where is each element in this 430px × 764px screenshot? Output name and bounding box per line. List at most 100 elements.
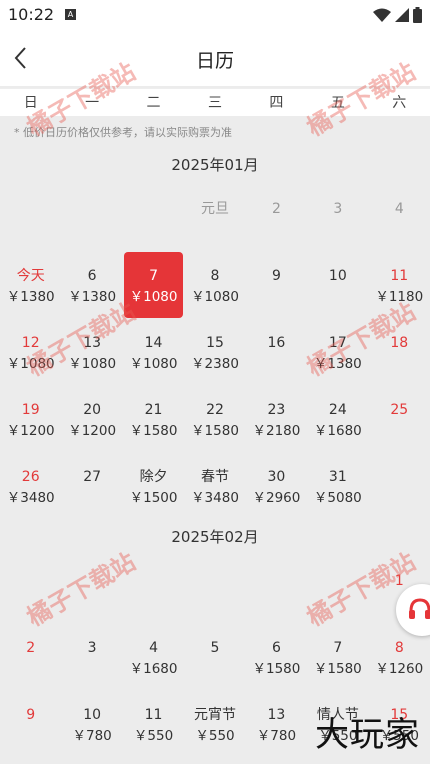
calendar-day[interactable]: 2 bbox=[247, 185, 306, 251]
day-label: 6 bbox=[87, 268, 97, 284]
day-price: ￥2960 bbox=[252, 490, 301, 506]
month-title: 2025年01月 bbox=[171, 156, 259, 174]
day-price: ￥2180 bbox=[252, 423, 301, 439]
day-label: 19 bbox=[21, 402, 40, 418]
day-label: 7 bbox=[333, 640, 343, 656]
calendar-day[interactable]: 15 ￥2380 bbox=[186, 319, 245, 385]
calendar-day[interactable]: 5 bbox=[186, 624, 245, 690]
status-icons bbox=[373, 6, 422, 24]
calendar-day[interactable]: 10 bbox=[308, 252, 367, 318]
day-label: 16 bbox=[267, 335, 286, 351]
day-label: 22 bbox=[206, 402, 224, 418]
calendar-day[interactable]: 26 ￥3480 bbox=[1, 453, 60, 519]
calendar-day[interactable]: 除夕 ￥1500 bbox=[124, 453, 183, 519]
calendar-day[interactable]: 21 ￥1580 bbox=[124, 386, 183, 452]
day-label: 13 bbox=[267, 707, 286, 723]
calendar-day[interactable]: 4 bbox=[370, 185, 429, 251]
status-time: 10:22 bbox=[8, 5, 55, 24]
day-label: 24 bbox=[328, 402, 347, 418]
weekday-thu: 四 bbox=[269, 95, 284, 111]
calendar-day[interactable]: 3 bbox=[63, 624, 122, 690]
signal-icon bbox=[395, 8, 409, 22]
calendar-day[interactable]: 7 ￥1580 bbox=[308, 624, 367, 690]
weekday-wed: 三 bbox=[207, 95, 222, 111]
calendar-day[interactable]: 8 ￥1080 bbox=[186, 252, 245, 318]
calendar-day[interactable]: 春节 ￥3480 bbox=[186, 453, 245, 519]
calendar-day[interactable]: 元旦 bbox=[186, 185, 245, 251]
day-label: 27 bbox=[83, 469, 102, 485]
calendar-day-selected[interactable]: 7 ￥1080 bbox=[124, 252, 184, 318]
calendar-day[interactable]: 4 ￥1680 bbox=[124, 624, 183, 690]
calendar-day[interactable]: 25 bbox=[370, 386, 429, 452]
calendar-day[interactable]: 10 ￥780 bbox=[63, 691, 122, 757]
calendar-day[interactable]: 23 ￥2180 bbox=[247, 386, 306, 452]
calendar-day[interactable]: 16 bbox=[247, 319, 306, 385]
status-bar: 10:22 A bbox=[0, 0, 430, 30]
day-label: 10 bbox=[328, 268, 347, 284]
calendar-day[interactable]: 13 ￥780 bbox=[247, 691, 306, 757]
day-label: 15 bbox=[206, 335, 224, 351]
day-price: ￥550 bbox=[195, 728, 235, 744]
calendar-day[interactable]: 9 bbox=[1, 691, 60, 757]
site-logo: 大玩家 bbox=[315, 715, 420, 755]
day-label: 10 bbox=[83, 707, 102, 723]
day-label: 11 bbox=[390, 268, 409, 284]
day-label: 元旦 bbox=[201, 201, 229, 217]
day-label: 26 bbox=[21, 469, 40, 485]
headset-icon bbox=[409, 598, 430, 619]
day-label: 14 bbox=[144, 335, 163, 351]
day-label: 20 bbox=[83, 402, 102, 418]
day-label: 9 bbox=[26, 707, 36, 723]
watermark: 橘子下载站 bbox=[22, 547, 141, 632]
day-label: 9 bbox=[271, 268, 281, 284]
calendar-day[interactable]: 14 ￥1080 bbox=[124, 319, 183, 385]
notification-icon: A bbox=[65, 9, 76, 20]
calendar-day[interactable]: 30 ￥2960 bbox=[247, 453, 306, 519]
day-price: ￥1380 bbox=[6, 289, 55, 305]
day-price: ￥1580 bbox=[252, 661, 301, 677]
calendar-day[interactable]: 今天 ￥1380 bbox=[1, 252, 60, 318]
day-price: ￥1080 bbox=[129, 356, 178, 372]
day-label: 8 bbox=[394, 640, 404, 656]
day-price: ￥1500 bbox=[129, 490, 178, 506]
calendar-day[interactable]: 2 bbox=[1, 624, 60, 690]
day-price: ￥3480 bbox=[191, 490, 239, 506]
day-label: 8 bbox=[210, 268, 220, 284]
day-label: 25 bbox=[390, 402, 409, 418]
day-price: ￥1680 bbox=[313, 423, 362, 439]
day-label: 21 bbox=[144, 402, 163, 418]
day-price: ￥1080 bbox=[129, 289, 178, 305]
day-price: ￥1260 bbox=[375, 661, 424, 677]
day-label: 30 bbox=[267, 469, 286, 485]
day-label: 2 bbox=[271, 201, 281, 217]
day-label: 4 bbox=[149, 640, 159, 656]
day-label: 31 bbox=[328, 469, 347, 485]
day-price: ￥5080 bbox=[313, 490, 362, 506]
day-price: ￥550 bbox=[133, 728, 174, 744]
calendar-day[interactable]: 20 ￥1200 bbox=[63, 386, 122, 452]
battery-icon bbox=[413, 7, 422, 23]
calendar-day[interactable]: 19 ￥1200 bbox=[1, 386, 60, 452]
day-label: 3 bbox=[333, 201, 343, 217]
calendar-day[interactable]: 24 ￥1680 bbox=[308, 386, 367, 452]
day-price: ￥1200 bbox=[6, 423, 55, 439]
day-price: ￥1580 bbox=[129, 423, 178, 439]
calendar-day[interactable]: 元宵节 ￥550 bbox=[186, 691, 245, 757]
calendar-day[interactable]: 9 bbox=[247, 252, 306, 318]
day-label: 11 bbox=[144, 707, 163, 723]
calendar-day[interactable]: 6 ￥1580 bbox=[247, 624, 306, 690]
day-price: ￥3480 bbox=[6, 490, 55, 506]
day-label: 4 bbox=[394, 201, 404, 217]
day-price: ￥1200 bbox=[68, 423, 117, 439]
day-label: 6 bbox=[271, 640, 281, 656]
calendar-day[interactable]: 11 ￥550 bbox=[124, 691, 183, 757]
day-price: ￥2380 bbox=[191, 356, 239, 372]
calendar-day[interactable]: 3 bbox=[308, 185, 367, 251]
day-price: ￥1080 bbox=[191, 289, 239, 305]
calendar-day[interactable]: 31 ￥5080 bbox=[308, 453, 367, 519]
page-title: 日历 bbox=[195, 50, 234, 72]
day-label: 除夕 bbox=[139, 469, 168, 485]
day-price: ￥780 bbox=[72, 728, 112, 744]
calendar-day[interactable]: 27 bbox=[63, 453, 122, 519]
calendar-day[interactable]: 22 ￥1580 bbox=[186, 386, 245, 452]
